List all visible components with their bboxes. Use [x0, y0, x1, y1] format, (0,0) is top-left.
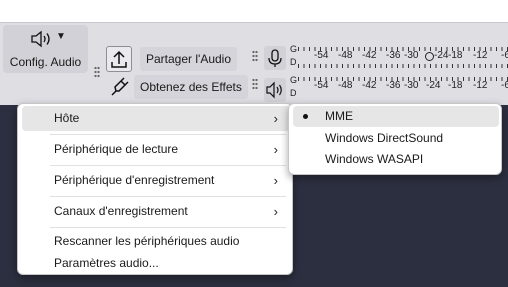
- chevron-right-icon: ›: [273, 111, 278, 126]
- audio-setup-menu: Hôte › Périphérique de lecture › Périphé…: [17, 103, 293, 275]
- selected-bullet-icon: [303, 114, 308, 119]
- menu-item-label: Paramètres audio...: [54, 256, 159, 270]
- scale-label: -54: [314, 80, 329, 91]
- audio-setup-label: Config. Audio: [9, 55, 82, 69]
- submenu-item-wasapi[interactable]: Windows WASAPI: [293, 149, 499, 170]
- get-effects-icon-button[interactable]: [106, 74, 132, 100]
- scale-label: -42: [362, 50, 377, 61]
- share-audio-button[interactable]: Partager l'Audio: [140, 47, 238, 71]
- scale-label: -6: [501, 80, 508, 91]
- plug-icon: [111, 77, 129, 96]
- playback-channel-left-label: G: [290, 75, 298, 85]
- scale-label: -48: [338, 80, 353, 91]
- menu-separator: [50, 134, 286, 135]
- record-channel-right-label: D: [290, 57, 297, 67]
- scale-label: -30: [404, 80, 419, 91]
- menu-item-label: Périphérique d'enregistrement: [54, 173, 215, 187]
- menu-item-audio-settings[interactable]: Paramètres audio...: [22, 252, 290, 274]
- window-title-bar: [0, 0, 508, 22]
- playback-meter-button[interactable]: [264, 78, 286, 102]
- scale-label: -12: [473, 80, 488, 91]
- menu-item-label: Canaux d'enregistrement: [54, 204, 188, 218]
- host-submenu: MME Windows DirectSound Windows WASAPI: [288, 103, 502, 175]
- submenu-item-label: Windows WASAPI: [325, 152, 424, 166]
- microphone-icon: [268, 49, 282, 67]
- record-level-slider-knob[interactable]: [425, 52, 434, 61]
- menu-item-recording-channels[interactable]: Canaux d'enregistrement ›: [22, 199, 290, 224]
- menu-separator: [50, 165, 286, 166]
- submenu-item-label: Windows DirectSound: [325, 131, 444, 145]
- scale-label: -12: [473, 50, 488, 61]
- scale-label: -18: [448, 80, 463, 91]
- record-meter-ticks: [298, 64, 508, 68]
- submenu-item-directsound[interactable]: Windows DirectSound: [293, 128, 499, 149]
- chevron-right-icon: ›: [273, 173, 278, 188]
- scale-label: -48: [338, 50, 353, 61]
- submenu-item-mme[interactable]: MME: [293, 106, 499, 127]
- record-meter-button[interactable]: [264, 46, 286, 70]
- record-meter-scale[interactable]: -54 -48 -42 -36 -30 -24 -18 -12 -6: [298, 50, 508, 62]
- menu-separator: [50, 196, 286, 197]
- toolbar-grip-handle[interactable]: [94, 66, 100, 78]
- scale-label: -30: [404, 50, 419, 61]
- scale-label: -24: [426, 80, 441, 91]
- menu-item-host[interactable]: Hôte ›: [22, 106, 290, 131]
- upload-icon: [111, 50, 127, 68]
- share-audio-icon-button[interactable]: [106, 46, 132, 72]
- menu-item-label: Hôte: [54, 111, 80, 125]
- record-channel-left-label: G: [290, 44, 298, 54]
- scale-label: -36: [386, 50, 401, 61]
- toolbar-grip-handle[interactable]: [252, 50, 258, 62]
- menu-item-rescan-devices[interactable]: Rescanner les périphériques audio: [22, 230, 290, 252]
- speaker-icon: [31, 30, 50, 48]
- scale-label: -42: [362, 80, 377, 91]
- scale-label: -6: [501, 50, 508, 61]
- scale-label: -36: [386, 80, 401, 91]
- chevron-right-icon: ›: [273, 204, 278, 219]
- scale-label: -54: [314, 50, 329, 61]
- dropdown-arrow-icon: ▼: [56, 31, 66, 42]
- menu-item-label: Rescanner les périphériques audio: [54, 234, 240, 248]
- playback-meter-scale[interactable]: -54 -48 -42 -36 -30 -24 -18 -12 -6: [298, 80, 508, 92]
- toolbar-grip-handle[interactable]: [252, 78, 258, 90]
- menu-item-label: Périphérique de lecture: [54, 142, 179, 156]
- menu-separator: [50, 227, 286, 228]
- audio-setup-button[interactable]: ▼ Config. Audio: [3, 25, 88, 73]
- scale-label: -18: [448, 50, 463, 61]
- menu-item-recording-device[interactable]: Périphérique d'enregistrement ›: [22, 168, 290, 193]
- playback-channel-right-label: D: [290, 88, 297, 98]
- menu-item-playback-device[interactable]: Périphérique de lecture ›: [22, 137, 290, 162]
- chevron-right-icon: ›: [273, 142, 278, 157]
- submenu-item-label: MME: [325, 109, 353, 123]
- speaker-icon: [266, 81, 282, 99]
- scale-label: -24: [434, 50, 449, 61]
- get-effects-button[interactable]: Obtenez des Effets: [134, 75, 248, 99]
